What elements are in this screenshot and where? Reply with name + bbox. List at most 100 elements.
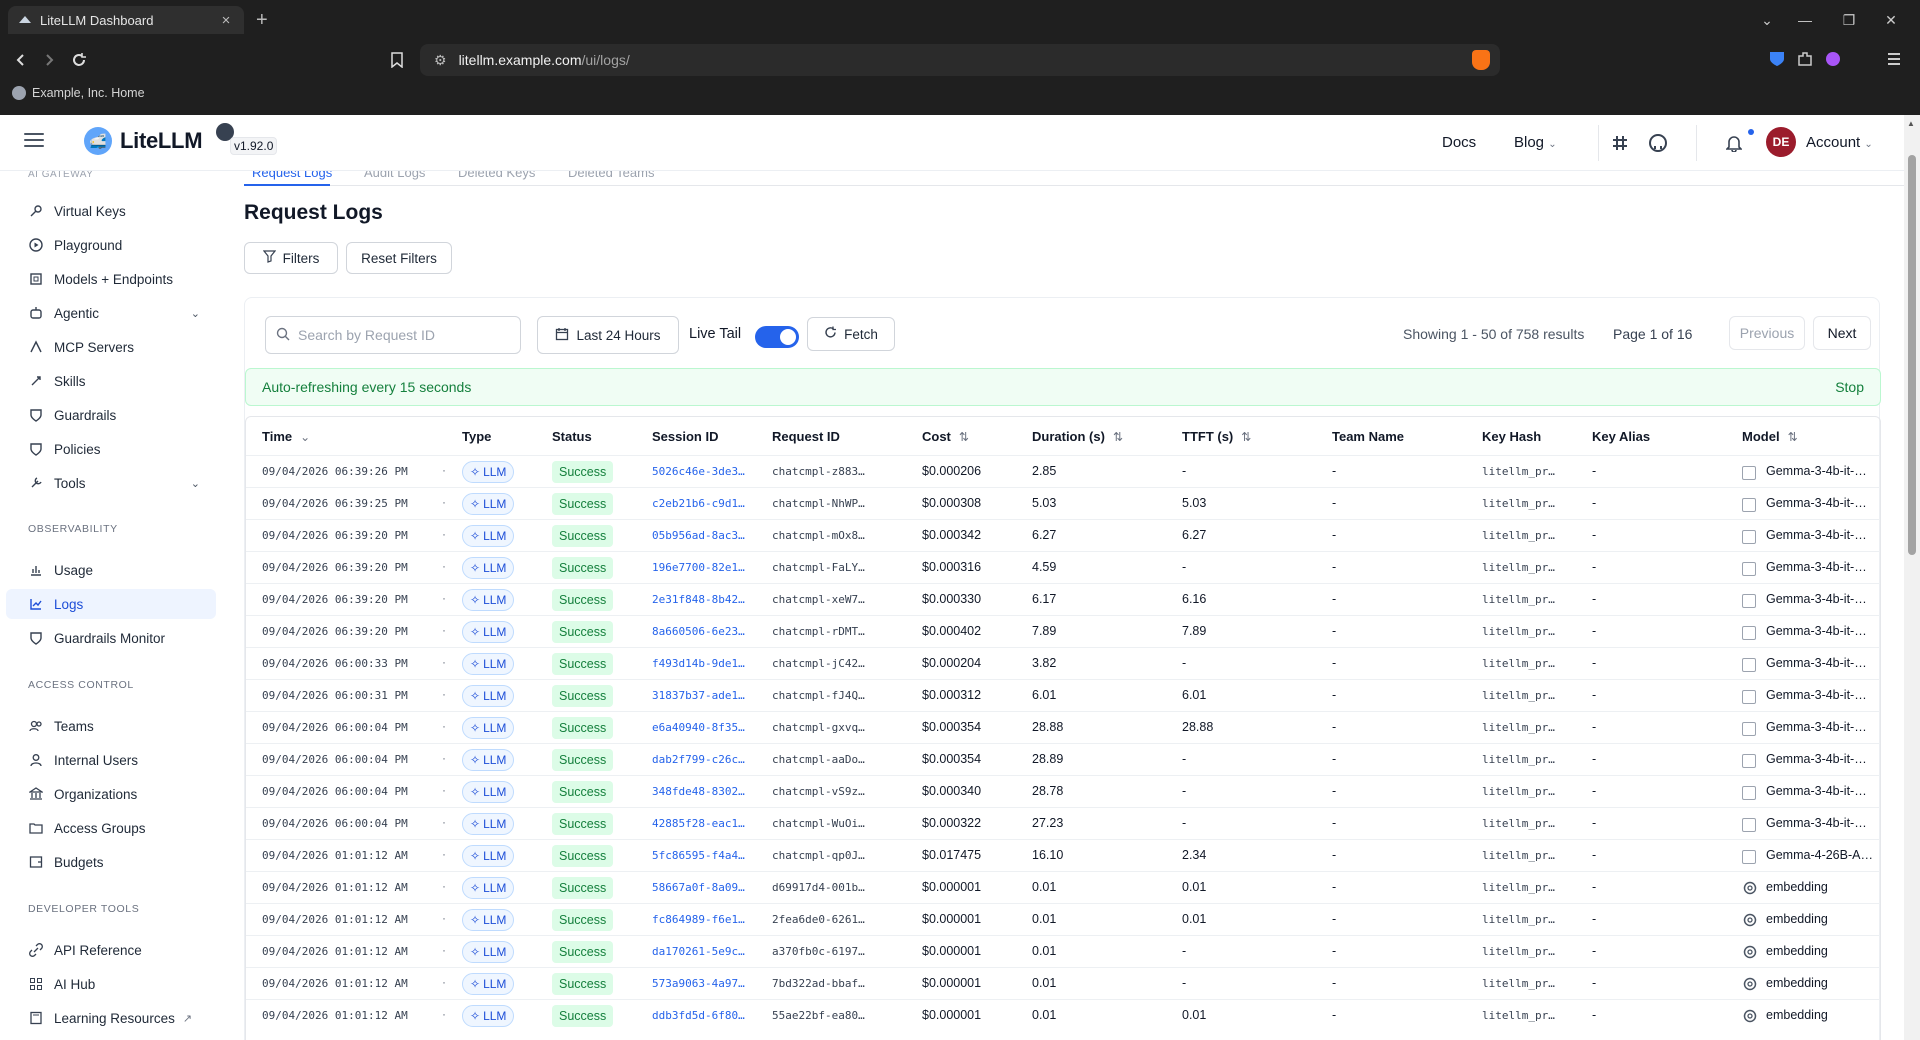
cell-session[interactable]: 05b956ad-8ac3… <box>652 529 745 542</box>
table-row[interactable]: 09/04/2026 06:00:04 PM · ✧ LLM Success dab2f7… <box>246 743 1880 775</box>
cell-session[interactable]: 573a9063-4a97… <box>652 977 745 990</box>
sidebar-item-guardrails[interactable]: Guardrails <box>6 400 216 430</box>
sidebar-item-api-reference[interactable]: API Reference <box>6 935 216 965</box>
sort-icon[interactable]: ⇅ <box>1113 430 1123 444</box>
table-row[interactable]: 09/04/2026 01:01:12 AM · ✧ LLM Success 58667a… <box>246 871 1880 903</box>
cell-session[interactable]: dab2f799-c26c… <box>652 753 745 766</box>
sidebar-item-skills[interactable]: Skills <box>6 366 216 396</box>
sidebar-item-logs[interactable]: Logs <box>6 589 216 619</box>
account-dropdown[interactable]: Account ⌄ <box>1806 134 1873 151</box>
col-ttft[interactable]: TTFT (s) ⇅ <box>1182 429 1251 444</box>
table-row[interactable]: 09/04/2026 01:01:12 AM · ✧ LLM Success fc8649… <box>246 903 1880 935</box>
live-tail-toggle[interactable] <box>755 326 799 348</box>
table-row[interactable]: 09/04/2026 06:39:20 PM · ✧ LLM Success 196e77… <box>246 551 1880 583</box>
notification-bell-icon[interactable] <box>1722 131 1746 155</box>
cell-session[interactable]: fc864989-f6e1… <box>652 913 745 926</box>
fetch-button[interactable]: Fetch <box>807 317 895 351</box>
cell-session[interactable]: 31837b37-ade1… <box>652 689 745 702</box>
browser-tab[interactable]: LiteLLM Dashboard × <box>8 6 244 34</box>
search-input[interactable]: Search by Request ID <box>265 316 521 354</box>
brave-shield-icon[interactable] <box>1472 50 1490 70</box>
table-row[interactable]: 09/04/2026 06:39:26 PM · ✧ LLM Success 5026c4… <box>246 455 1880 487</box>
cell-session[interactable]: 196e7700-82e1… <box>652 561 745 574</box>
col-model[interactable]: Model ⇅ <box>1742 429 1798 444</box>
sidebar-item-organizations[interactable]: Organizations <box>6 779 216 809</box>
menu-icon[interactable] <box>1885 50 1905 70</box>
extensions-icon[interactable] <box>1796 50 1816 70</box>
table-row[interactable]: 09/04/2026 06:39:25 PM · ✧ LLM Success c2eb21… <box>246 487 1880 519</box>
cell-session[interactable]: 8a660506-6e23… <box>652 625 745 638</box>
cell-session[interactable]: 58667a0f-8a09… <box>652 881 745 894</box>
sidebar-item-learning-resources[interactable]: Learning Resources ↗ <box>6 1003 216 1033</box>
cell-session[interactable]: 42885f28-eac1… <box>652 817 745 830</box>
bitwarden-extension-icon[interactable] <box>1768 50 1788 70</box>
bookmark-icon[interactable] <box>384 47 410 73</box>
table-row[interactable]: 09/04/2026 01:01:12 AM · ✧ LLM Success ddb3fd… <box>246 999 1880 1031</box>
sidebar-item-ai-hub[interactable]: AI Hub <box>6 969 216 999</box>
table-row[interactable]: 09/04/2026 06:00:31 PM · ✧ LLM Success 31837b… <box>246 679 1880 711</box>
sidebar-item-agentic[interactable]: Agentic ⌄ <box>6 298 216 328</box>
cell-session[interactable]: e6a40940-8f35… <box>652 721 745 734</box>
tab-deleted-keys[interactable]: Deleted Keys <box>458 171 535 180</box>
table-row[interactable]: 09/04/2026 06:00:04 PM · ✧ LLM Success e6a409… <box>246 711 1880 743</box>
forward-icon[interactable] <box>36 47 62 73</box>
time-range-button[interactable]: Last 24 Hours <box>537 316 679 354</box>
bookmark-item[interactable]: Example, Inc. Home <box>12 86 145 100</box>
sidebar-item-usage[interactable]: Usage <box>6 555 216 585</box>
address-bar[interactable]: ⚙ litellm.example.com/ui/logs/ <box>420 44 1500 76</box>
filters-button[interactable]: Filters <box>244 242 338 274</box>
leo-ai-icon[interactable] <box>1824 50 1844 70</box>
reload-icon[interactable] <box>66 47 92 73</box>
tab-close-icon[interactable]: × <box>218 12 234 29</box>
table-row[interactable]: 09/04/2026 06:00:04 PM · ✧ LLM Success 348fde… <box>246 775 1880 807</box>
col-cost[interactable]: Cost ⇅ <box>922 429 969 444</box>
sidebar-item-playground[interactable]: Playground <box>6 230 216 260</box>
col-duration[interactable]: Duration (s) ⇅ <box>1032 429 1123 444</box>
sidebar-item-teams[interactable]: Teams <box>6 711 216 741</box>
restore-icon[interactable]: ❐ <box>1834 8 1864 32</box>
sidebar-item-access-groups[interactable]: Access Groups <box>6 813 216 843</box>
sidebar-item-budgets[interactable]: Budgets <box>6 847 216 877</box>
scroll-up-icon[interactable]: ▲ <box>1907 119 1915 128</box>
cell-session[interactable]: 2e31f848-8b42… <box>652 593 745 606</box>
slack-icon[interactable] <box>1608 131 1632 155</box>
sidebar-item-internal-users[interactable]: Internal Users <box>6 745 216 775</box>
sidebar-item-guardrails-monitor[interactable]: Guardrails Monitor <box>6 623 216 653</box>
github-icon[interactable] <box>1646 131 1670 155</box>
reset-filters-button[interactable]: Reset Filters <box>346 242 452 274</box>
tab-search-icon[interactable]: ⌄ <box>1752 8 1782 32</box>
sort-desc-icon[interactable]: ⌄ <box>300 430 310 444</box>
site-info-icon[interactable]: ⚙ <box>434 52 447 69</box>
cell-session[interactable]: 5fc86595-f4a4… <box>652 849 745 862</box>
page-scrollbar[interactable]: ▲ <box>1904 115 1920 1040</box>
table-row[interactable]: 09/04/2026 06:39:20 PM · ✧ LLM Success 8a6605… <box>246 615 1880 647</box>
sidebar-toggle-icon[interactable] <box>24 133 44 149</box>
table-row[interactable]: 09/04/2026 06:39:20 PM · ✧ LLM Success 2e31f8… <box>246 583 1880 615</box>
cell-session[interactable]: 348fde48-8302… <box>652 785 745 798</box>
next-button[interactable]: Next <box>1813 316 1871 350</box>
cell-session[interactable]: f493d14b-9de1… <box>652 657 745 670</box>
sort-icon[interactable]: ⇅ <box>1788 430 1798 444</box>
sort-icon[interactable]: ⇅ <box>959 430 969 444</box>
minimize-icon[interactable]: — <box>1790 8 1820 32</box>
logo[interactable]: 🚅 LiteLLM <box>84 127 203 155</box>
stop-button[interactable]: Stop <box>1835 379 1864 395</box>
table-row[interactable]: 09/04/2026 01:01:12 AM · ✧ LLM Success da1702… <box>246 935 1880 967</box>
scrollbar-thumb[interactable] <box>1908 155 1916 555</box>
cell-session[interactable]: c2eb21b6-c9d1… <box>652 497 745 510</box>
cell-session[interactable]: da170261-5e9c… <box>652 945 745 958</box>
col-time[interactable]: Time ⌄ <box>262 429 310 444</box>
blog-dropdown[interactable]: Blog ⌄ <box>1514 134 1557 151</box>
sidebar-item-mcp-servers[interactable]: MCP Servers <box>6 332 216 362</box>
table-row[interactable]: 09/04/2026 06:39:20 PM · ✧ LLM Success 05b956… <box>246 519 1880 551</box>
cell-session[interactable]: ddb3fd5d-6f80… <box>652 1009 745 1022</box>
tab-request-logs[interactable]: Request Logs <box>252 171 332 180</box>
new-tab-icon[interactable]: + <box>256 8 268 32</box>
tab-audit-logs[interactable]: Audit Logs <box>364 171 425 180</box>
sidebar-item-tools[interactable]: Tools ⌄ <box>6 468 216 498</box>
avatar[interactable]: DE <box>1766 127 1796 157</box>
table-row[interactable]: 09/04/2026 06:00:04 PM · ✧ LLM Success 42885f… <box>246 807 1880 839</box>
previous-button[interactable]: Previous <box>1729 316 1805 350</box>
table-row[interactable]: 09/04/2026 06:00:33 PM · ✧ LLM Success f493d1… <box>246 647 1880 679</box>
table-row[interactable]: 09/04/2026 01:01:12 AM · ✧ LLM Success 5fc865… <box>246 839 1880 871</box>
